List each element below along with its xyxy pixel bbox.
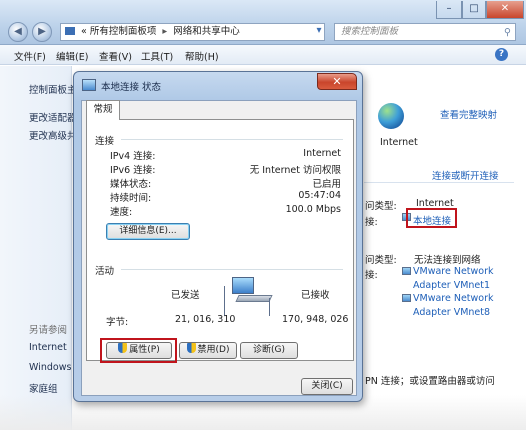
activity-group-line [121,269,343,270]
diagnose-button[interactable]: 诊断(G) [240,342,298,359]
connect-disconnect-link[interactable]: 连接或断开连接 [432,168,499,182]
details-button[interactable]: 详细信息(E)... [106,223,190,240]
connection-group-label: 连接 [95,133,118,147]
disable-button[interactable]: 禁用(D) [179,342,237,359]
dialog-body: 常规 连接 IPv4 连接: Internet IPv6 连接: 无 Inter… [81,100,357,396]
access-type-label-1: 问类型: [365,201,397,212]
vmnet1-icon [402,267,411,275]
dialog-title: 本地连接 状态 [101,82,162,93]
disable-button-label: 禁用(D) [197,345,230,355]
router-setup-text: PN 连接；或设置路由器或访问 [365,376,495,387]
window-titlebar: – □ ✕ ◀ ▶ « 所有控制面板项 ▸ 网络和共享中心 ▾ 搜索控制面板 ⚲ [0,0,526,45]
search-icon: ⚲ [504,27,511,38]
sent-label: 已发送 [171,290,200,301]
help-icon[interactable]: ? [495,48,508,61]
ipv4-value: Internet [303,148,341,159]
menu-file[interactable]: 文件(F) [14,49,46,63]
divider-line [364,182,514,183]
forward-button[interactable]: ▶ [32,22,52,42]
ipv6-value: 无 Internet 访问权限 [249,165,341,176]
see-also-heading: 另请参阅 [29,325,68,336]
media-state-label: 媒体状态: [110,179,152,190]
bytes-received-value: 170, 948, 026 [282,314,349,325]
breadcrumb-separator: ▸ [162,26,168,37]
general-tab-panel: 连接 IPv4 连接: Internet IPv6 连接: 无 Internet… [86,119,354,363]
connection-group-line [121,139,343,140]
breadcrumb-network-center[interactable]: 网络和共享中心 [173,26,240,37]
access-type-label-2: 问类型: [365,255,397,266]
received-label: 已接收 [301,290,330,301]
left-item-change-advanced-sharing[interactable]: 更改高级共 [29,128,77,142]
activity-group-label: 活动 [95,263,118,277]
duration-label: 持续时间: [110,193,152,204]
vmnet8-link-line1[interactable]: VMware Network [413,293,494,304]
left-item-windows-firewall[interactable]: Windows [29,362,71,373]
search-placeholder: 搜索控制面板 [341,26,399,37]
speed-label: 速度: [110,207,133,218]
dialog-close-icon[interactable]: ✕ [317,73,357,90]
left-item-internet-options[interactable]: Internet [29,342,67,353]
connection-label-1: 接: [365,217,378,228]
vmnet8-icon [402,294,411,302]
ipv4-label: IPv4 连接: [110,151,156,162]
duration-value: 05:47:04 [298,190,341,201]
dialog-close-button[interactable]: 关闭(C) [301,378,353,395]
search-input[interactable]: 搜索控制面板 ⚲ [334,23,516,41]
menu-help[interactable]: 帮助(H) [185,49,219,63]
properties-highlight [100,338,177,363]
access-type-value-2: 无法连接到网络 [414,255,481,266]
local-connection-status-dialog: 本地连接 状态 ✕ 常规 连接 IPv4 连接: Internet IPv6 连… [73,71,363,402]
vmnet1-link-line1[interactable]: VMware Network [413,266,494,277]
minimize-button[interactable]: – [436,1,462,19]
back-button[interactable]: ◀ [8,22,28,42]
activity-keyboard-icon [235,295,273,302]
maximize-button[interactable]: □ [462,1,486,19]
shield-icon-disable [186,343,196,353]
breadcrumb-all-items[interactable]: 所有控制面板项 [90,26,157,37]
address-bar[interactable]: « 所有控制面板项 ▸ 网络和共享中心 [60,23,325,41]
activity-computer-icon [232,277,254,294]
menu-view[interactable]: 查看(V) [99,49,132,63]
speed-value: 100.0 Mbps [285,204,341,215]
internet-globe-icon [378,103,404,129]
tab-general[interactable]: 常规 [86,100,120,120]
window-close-button[interactable]: ✕ [486,1,524,19]
internet-label: Internet [380,137,418,148]
left-item-control-panel-home[interactable]: 控制面板主 [29,82,77,96]
local-connection-highlight [406,208,457,228]
address-prefix: « [81,26,87,37]
refresh-icon[interactable]: ▾ [312,23,326,41]
vmnet1-link-line2[interactable]: Adapter VMnet1 [413,280,490,291]
menu-tools[interactable]: 工具(T) [141,49,173,63]
activity-cable-left [224,286,225,316]
network-monitor-icon [82,79,96,91]
left-item-change-adapter[interactable]: 更改适配器 [29,110,77,124]
media-state-value: 已启用 [312,179,341,190]
connection-label-2: 接: [365,270,378,281]
folder-icon [65,27,75,35]
bytes-sent-value: 21, 016, 310 [175,314,236,325]
menu-bar: 文件(F) 编辑(E) 查看(V) 工具(T) 帮助(H) ? [0,45,526,65]
bytes-label: 字节: [106,317,129,328]
view-full-map-link[interactable]: 查看完整映射 [440,107,497,121]
vmnet8-link-line2[interactable]: Adapter VMnet8 [413,307,490,318]
activity-cable-right [269,298,270,316]
left-item-homegroup[interactable]: 家庭组 [29,381,58,395]
menu-edit[interactable]: 编辑(E) [56,49,88,63]
address-dropdown-arrow[interactable]: ▾ [316,25,321,36]
ipv6-label: IPv6 连接: [110,165,156,176]
